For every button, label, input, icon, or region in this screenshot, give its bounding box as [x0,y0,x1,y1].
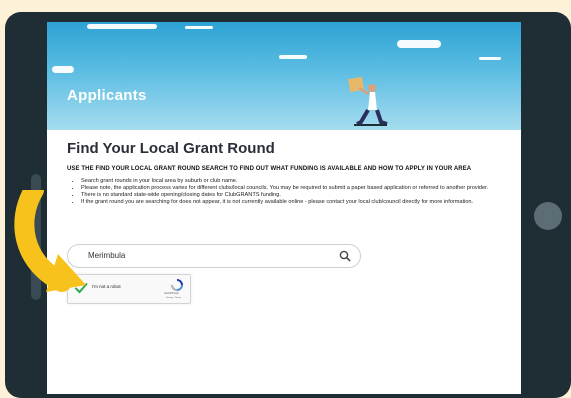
grant-search-input[interactable]: Merimbula [67,244,361,268]
tablet-screen: Applicants Find Your Local Grant Round U… [47,22,521,394]
info-list: Search grant rounds in your local area b… [67,178,511,206]
list-item: If the grant round you are searching for… [81,199,511,206]
list-item: Please note, the application process var… [81,185,511,192]
person-with-box-illustration [348,76,388,126]
list-item: There is no standard state-wide opening/… [81,192,511,199]
recaptcha-label: I'm not a robot [92,284,121,289]
recaptcha-terms-link[interactable]: Privacy - Terms [166,297,181,299]
pointer-arrow-icon [14,190,86,292]
page-title: Find Your Local Grant Round [67,140,275,157]
recaptcha-brand: reCAPTCHA [164,292,179,295]
list-item: Search grant rounds in your local area b… [81,178,511,185]
recaptcha-logo-icon [171,279,183,291]
tablet-home-button [534,202,562,230]
search-icon[interactable] [338,249,352,263]
search-input-value[interactable]: Merimbula [88,251,125,260]
page-subtitle: USE THE FIND YOUR LOCAL GRANT ROUND SEAR… [67,166,472,172]
main-content: Find Your Local Grant Round USE THE FIND… [67,140,511,206]
hero-banner: Applicants [47,22,521,130]
hero-title: Applicants [67,87,147,104]
